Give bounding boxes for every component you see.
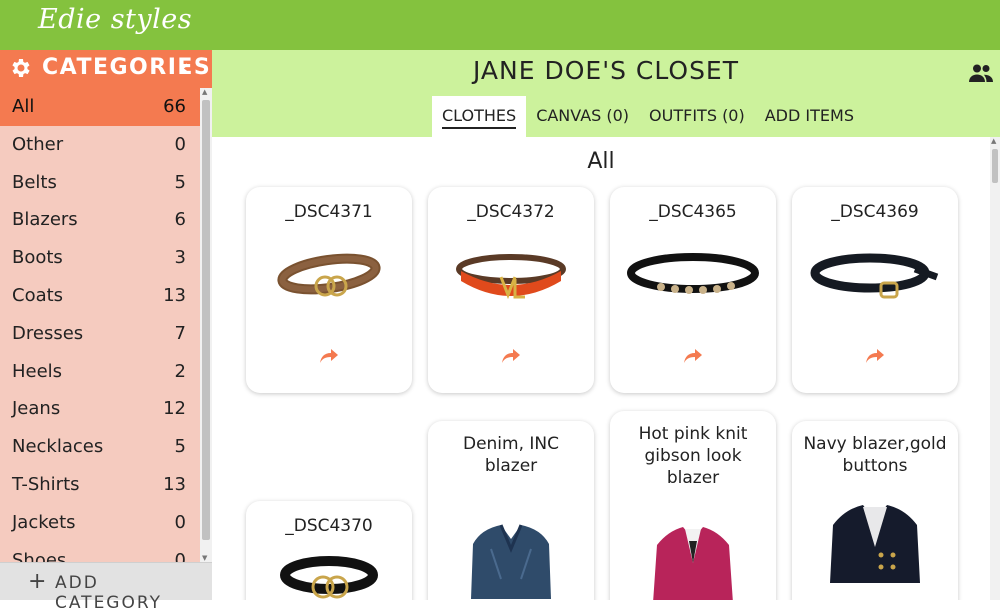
category-count: 6 xyxy=(174,209,186,231)
category-label: Jackets xyxy=(12,511,76,533)
tab-canvas[interactable]: CANVAS (0) xyxy=(526,96,639,137)
category-item-dresses[interactable]: Dresses 7 xyxy=(0,315,200,353)
category-label: Heels xyxy=(12,360,63,382)
item-image xyxy=(627,253,759,294)
category-count: 7 xyxy=(174,322,186,344)
scroll-up-arrow-icon[interactable]: ▲ xyxy=(202,88,207,96)
sidebar-scroll-thumb[interactable] xyxy=(202,100,210,540)
sidebar-scrollbar[interactable]: ▲ ▼ xyxy=(200,88,212,562)
category-label: Dresses xyxy=(12,322,84,344)
item-card[interactable]: Denim, INC blazer xyxy=(428,421,594,600)
item-name: _DSC4365 xyxy=(649,202,737,222)
closet-header: JANE DOE'S CLOSET CLOTHES CANVAS (0) OUT… xyxy=(212,50,1000,137)
category-count: 12 xyxy=(163,398,186,420)
item-image xyxy=(830,505,920,583)
item-image xyxy=(653,527,733,600)
app-logo[interactable]: Edie styles xyxy=(38,4,192,35)
category-item-heels[interactable]: Heels 2 xyxy=(0,353,200,391)
content-scroll-thumb[interactable] xyxy=(992,149,998,183)
category-count: 5 xyxy=(174,436,186,458)
people-icon[interactable] xyxy=(969,64,993,82)
category-count: 0 xyxy=(174,549,186,562)
category-item-all[interactable]: All 66 xyxy=(0,88,200,126)
chevron-left-icon[interactable]: ‹ xyxy=(180,56,189,81)
item-card[interactable]: Navy blazer,gold buttons xyxy=(792,421,958,600)
category-label: Coats xyxy=(12,284,64,306)
item-name: _DSC4372 xyxy=(467,202,555,222)
item-image xyxy=(471,524,551,599)
category-label: Other xyxy=(12,133,64,155)
tab-label: CANVAS (0) xyxy=(536,106,630,125)
item-image xyxy=(280,556,378,599)
tab-label: CLOTHES xyxy=(442,106,517,129)
section-title: All xyxy=(587,149,615,174)
category-item-jeans[interactable]: Jeans 12 xyxy=(0,390,200,428)
scroll-up-arrow-icon[interactable]: ▲ xyxy=(991,137,996,145)
category-item-belts[interactable]: Belts 5 xyxy=(0,164,200,202)
item-card[interactable]: _DSC4369 xyxy=(792,187,958,393)
categories-sidebar: CATEGORIES ‹ All 66 Other 0 Belts 5 Blaz… xyxy=(0,50,212,613)
category-label: Boots xyxy=(12,247,63,269)
categories-header: CATEGORIES ‹ xyxy=(0,50,212,88)
top-bar: Edie styles xyxy=(0,0,1000,50)
share-icon[interactable] xyxy=(682,347,704,365)
item-card[interactable]: _DSC4371 xyxy=(246,187,412,393)
closet-tabs: CLOTHES CANVAS (0) OUTFITS (0) ADD ITEMS xyxy=(432,96,864,137)
category-count: 13 xyxy=(163,284,186,306)
add-category-button[interactable]: + ADD CATEGORY xyxy=(0,562,212,613)
tab-outfits[interactable]: OUTFITS (0) xyxy=(639,96,755,137)
tab-add-items[interactable]: ADD ITEMS xyxy=(755,96,864,137)
share-icon[interactable] xyxy=(864,347,886,365)
item-name: Hot pink knit gibson look blazer xyxy=(638,424,748,488)
item-image xyxy=(810,253,939,299)
category-item-boots[interactable]: Boots 3 xyxy=(0,239,200,277)
item-name: Denim, INC blazer xyxy=(462,434,559,476)
category-item-blazers[interactable]: Blazers 6 xyxy=(0,201,200,239)
category-label: Shoes xyxy=(12,549,67,562)
gear-icon[interactable] xyxy=(8,56,32,80)
page-title: JANE DOE'S CLOSET xyxy=(473,56,739,85)
category-item-tshirts[interactable]: T-Shirts 13 xyxy=(0,466,200,504)
category-count: 0 xyxy=(174,133,186,155)
category-item-necklaces[interactable]: Necklaces 5 xyxy=(0,428,200,466)
item-card[interactable]: _DSC4372 xyxy=(428,187,594,393)
category-label: Belts xyxy=(12,171,57,193)
tab-clothes[interactable]: CLOTHES xyxy=(432,96,527,137)
category-item-coats[interactable]: Coats 13 xyxy=(0,277,200,315)
plus-icon: + xyxy=(28,569,47,594)
category-item-shoes[interactable]: Shoes 0 xyxy=(0,542,200,562)
item-card[interactable]: _DSC4370 xyxy=(246,501,412,600)
category-label: Blazers xyxy=(12,209,78,231)
category-label: All xyxy=(12,96,35,117)
category-list: All 66 Other 0 Belts 5 Blazers 6 Boots 3… xyxy=(0,88,200,562)
category-count: 5 xyxy=(174,171,186,193)
share-icon[interactable] xyxy=(500,347,522,365)
category-item-jackets[interactable]: Jackets 0 xyxy=(0,504,200,542)
add-category-label: ADD CATEGORY xyxy=(55,573,162,613)
category-count: 13 xyxy=(163,473,186,495)
item-card[interactable]: _DSC4365 xyxy=(610,187,776,393)
category-label: Jeans xyxy=(12,398,61,420)
item-name: Navy blazer,gold buttons xyxy=(803,434,947,476)
item-name: _DSC4369 xyxy=(831,202,919,222)
item-image xyxy=(277,253,381,297)
category-count: 66 xyxy=(163,96,186,117)
scroll-down-arrow-icon[interactable]: ▼ xyxy=(202,554,207,562)
content-scrollbar[interactable]: ▲ xyxy=(990,137,1000,600)
category-label: T-Shirts xyxy=(12,473,80,495)
items-grid: All _DSC4371 _DSC4372 _DSC4365 _DSC4369 … xyxy=(212,137,990,600)
tab-label: OUTFITS (0) xyxy=(649,106,745,125)
category-label: Necklaces xyxy=(12,436,104,458)
item-name: _DSC4371 xyxy=(285,202,373,222)
category-count: 3 xyxy=(174,247,186,269)
tab-label: ADD ITEMS xyxy=(764,106,854,125)
item-name: _DSC4370 xyxy=(285,516,373,536)
share-icon[interactable] xyxy=(318,347,340,365)
category-count: 0 xyxy=(174,511,186,533)
category-item-other[interactable]: Other 0 xyxy=(0,126,200,164)
item-image xyxy=(456,254,566,300)
item-card[interactable]: Hot pink knit gibson look blazer xyxy=(610,411,776,600)
category-count: 2 xyxy=(174,360,186,382)
